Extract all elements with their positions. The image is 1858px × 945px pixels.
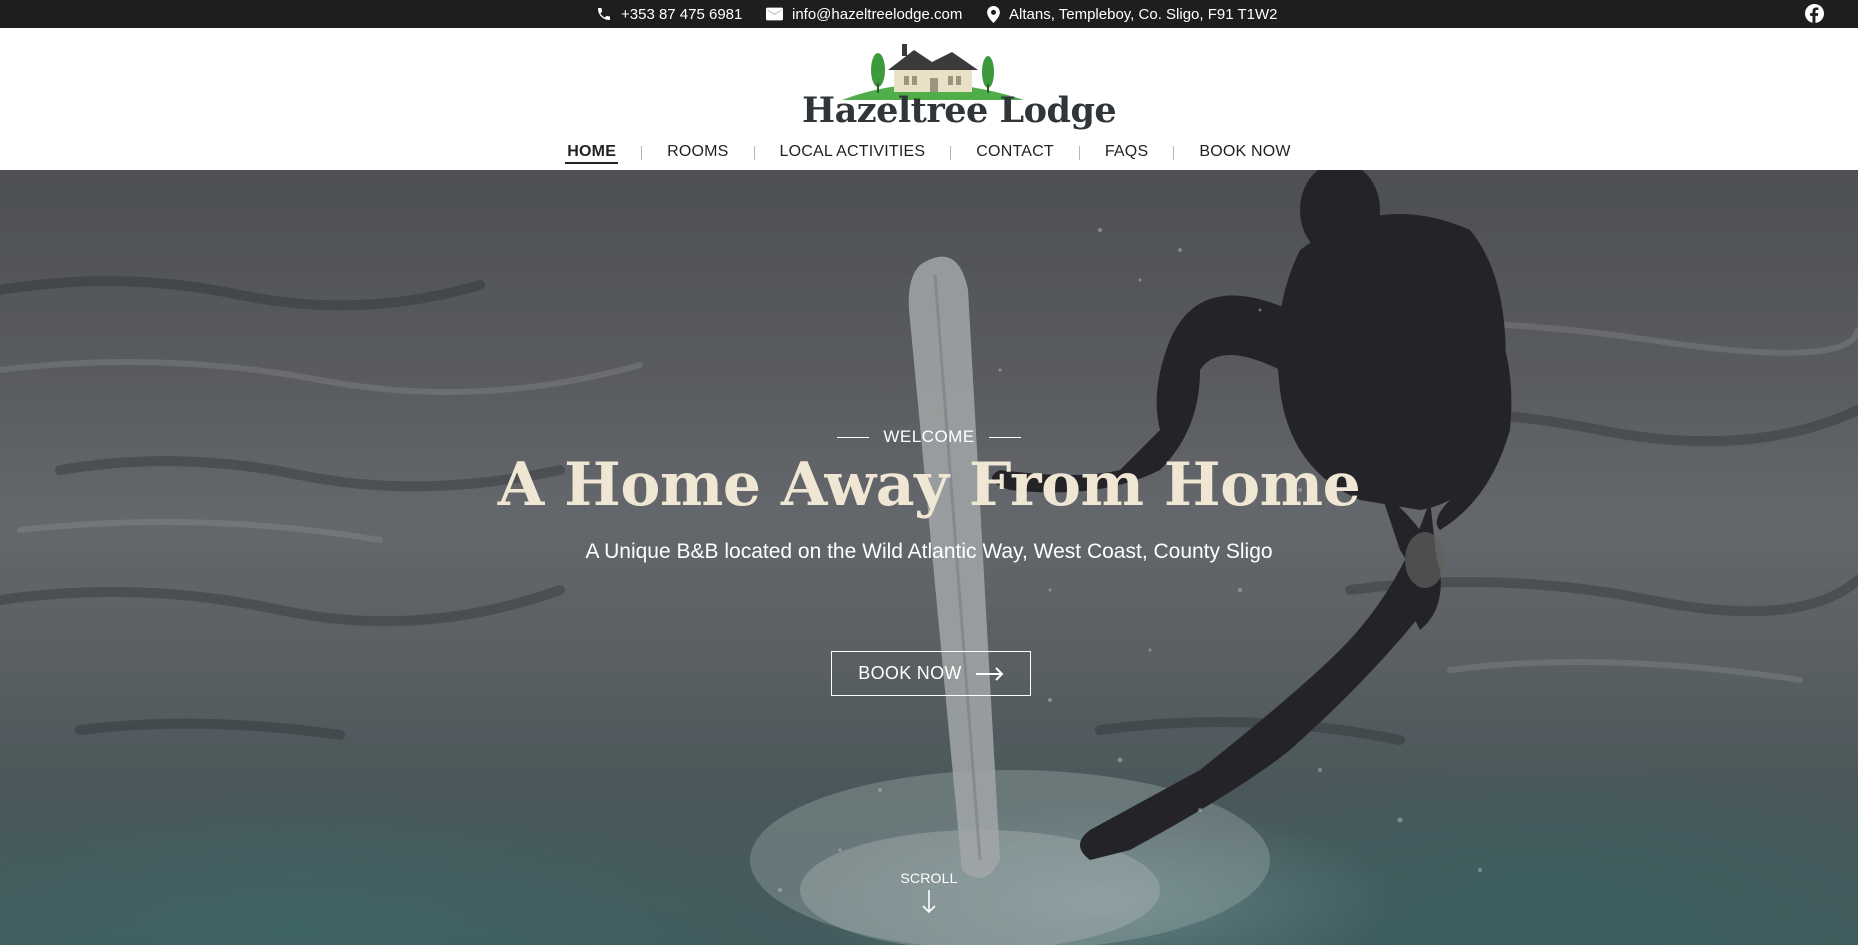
nav-item-local-activities[interactable]: LOCAL ACTIVITIES	[778, 143, 928, 164]
eyebrow-line-right	[988, 436, 1021, 438]
hero-eyebrow: WELCOME	[0, 427, 1858, 447]
scroll-indicator[interactable]: SCROLL	[879, 870, 979, 914]
nav-divider	[1078, 146, 1080, 160]
nav-item-contact[interactable]: CONTACT	[974, 143, 1056, 164]
phone-number: +353 87 475 6981	[621, 5, 743, 23]
arrow-down-icon	[922, 890, 936, 914]
hero-book-now-button[interactable]: BOOK NOW	[831, 651, 1031, 696]
phone-icon	[598, 8, 610, 20]
top-contact-bar: +353 87 475 6981 info@hazeltreelodge.com…	[0, 0, 1858, 28]
hero-subtitle: A Unique B&B located on the Wild Atlanti…	[585, 540, 1273, 563]
map-pin-icon	[987, 5, 1000, 23]
scroll-label: SCROLL	[900, 870, 958, 886]
nav-item-faqs[interactable]: FAQS	[1103, 143, 1150, 164]
hero-content: WELCOME A Home Away From Home A Unique B…	[0, 170, 1858, 945]
facebook-icon[interactable]	[1805, 4, 1824, 23]
logo-wordmark: Hazeltree Lodge	[802, 90, 1117, 131]
nav-item-rooms[interactable]: ROOMS	[665, 143, 730, 164]
main-navigation: HOME ROOMS LOCAL ACTIVITIES CONTACT FAQS…	[0, 140, 1858, 166]
nav-divider	[641, 146, 643, 160]
arrow-right-icon	[975, 666, 1004, 681]
nav-divider	[753, 146, 755, 160]
phone-link[interactable]: +353 87 475 6981	[596, 0, 742, 28]
nav-item-book-now[interactable]: BOOK NOW	[1197, 143, 1292, 164]
book-now-label: BOOK NOW	[858, 663, 962, 683]
envelope-icon	[766, 7, 783, 21]
email-link[interactable]: info@hazeltreelodge.com	[766, 0, 962, 28]
address-link[interactable]: Altans, Templeboy, Co. Sligo, F91 T1W2	[987, 0, 1277, 28]
site-header: Hazeltree Lodge HOME ROOMS LOCAL ACTIVIT…	[0, 28, 1858, 170]
site-logo[interactable]: Hazeltree Lodge	[802, 38, 1117, 138]
address-text: Altans, Templeboy, Co. Sligo, F91 T1W2	[1009, 5, 1278, 23]
nav-divider	[950, 146, 952, 160]
hero-banner: WELCOME A Home Away From Home A Unique B…	[0, 170, 1858, 945]
hero-eyebrow-text: WELCOME	[883, 427, 975, 446]
nav-item-home[interactable]: HOME	[565, 143, 619, 164]
email-address: info@hazeltreelodge.com	[792, 5, 963, 23]
eyebrow-line-left	[837, 436, 870, 438]
hero-title: A Home Away From Home	[497, 450, 1361, 520]
nav-divider	[1173, 146, 1175, 160]
